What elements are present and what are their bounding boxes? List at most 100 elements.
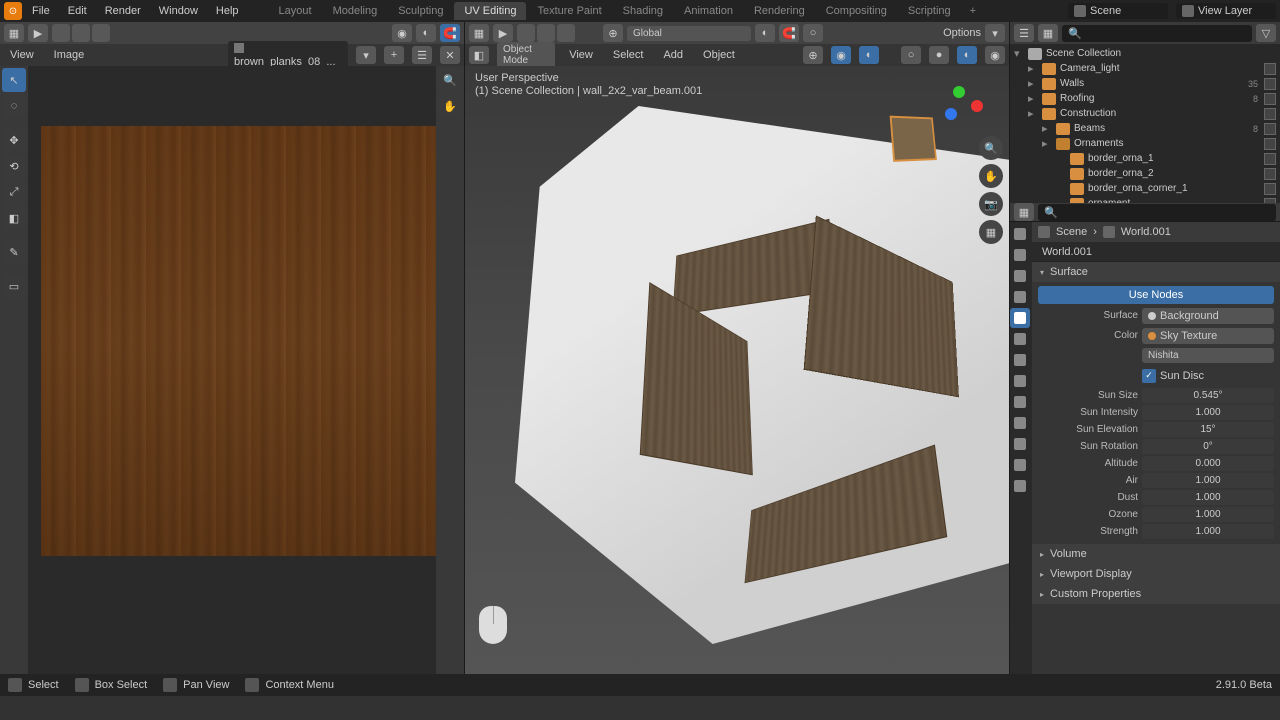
- visibility-checkbox[interactable]: [1264, 168, 1276, 180]
- orientation-dropdown[interactable]: ⊕: [603, 24, 623, 42]
- workspace-tab[interactable]: Sculpting: [388, 2, 453, 20]
- tree-row[interactable]: ornament: [1010, 196, 1280, 203]
- uv-mode-icon[interactable]: [72, 24, 90, 42]
- unlink-image-button[interactable]: ✕: [440, 46, 460, 64]
- tree-row[interactable]: ▸Construction: [1010, 106, 1280, 121]
- tree-row[interactable]: border_orna_corner_1: [1010, 181, 1280, 196]
- browse-image-button[interactable]: ▾: [356, 46, 376, 64]
- menu-window[interactable]: Window: [151, 2, 206, 20]
- custom-properties-section-header[interactable]: ▸Custom Properties: [1032, 584, 1280, 604]
- zoom-viewport-button[interactable]: 🔍: [979, 136, 1003, 160]
- scene-selector[interactable]: Scene: [1068, 3, 1168, 19]
- visibility-checkbox[interactable]: [1264, 123, 1276, 135]
- rotate-tool[interactable]: ⟲: [2, 154, 26, 178]
- open-image-button[interactable]: ☰: [412, 46, 432, 64]
- gizmo-visibility[interactable]: ⊕: [803, 46, 823, 64]
- visibility-checkbox[interactable]: [1264, 183, 1276, 195]
- orientation-value[interactable]: Global: [627, 26, 751, 41]
- uv-mode-icon[interactable]: [52, 24, 70, 42]
- property-value-input[interactable]: 0.000: [1142, 456, 1274, 471]
- uv-canvas[interactable]: [28, 66, 436, 674]
- annotate-tool[interactable]: ✎: [2, 240, 26, 264]
- mode-icon[interactable]: ◧: [469, 46, 489, 64]
- y-axis-icon[interactable]: [953, 86, 965, 98]
- modifier-tab[interactable]: [1010, 350, 1030, 370]
- workspace-tab[interactable]: Shading: [613, 2, 673, 20]
- snap-toggle[interactable]: 🧲: [779, 24, 799, 42]
- pan-tool[interactable]: ✋: [438, 94, 462, 118]
- navigation-gizmo[interactable]: [939, 80, 989, 130]
- constraints-tab[interactable]: [1010, 413, 1030, 433]
- texture-tab[interactable]: [1010, 476, 1030, 496]
- overlays-toggle[interactable]: ◉: [831, 46, 851, 64]
- x-axis-icon[interactable]: [971, 100, 983, 112]
- visibility-checkbox[interactable]: [1264, 63, 1276, 75]
- outliner-tree[interactable]: ▾ Scene Collection ▸Camera_light▸Walls35…: [1010, 44, 1280, 203]
- object-tab[interactable]: [1010, 329, 1030, 349]
- particles-tab[interactable]: [1010, 371, 1030, 391]
- view-menu[interactable]: View: [563, 46, 599, 64]
- uv-mode-icon[interactable]: [92, 24, 110, 42]
- render-tab[interactable]: [1010, 224, 1030, 244]
- select-menu[interactable]: Select: [607, 46, 650, 64]
- property-value-input[interactable]: 0°: [1142, 439, 1274, 454]
- menu-help[interactable]: Help: [208, 2, 247, 20]
- viewport-3d[interactable]: User Perspective (1) Scene Collection | …: [465, 66, 1009, 674]
- material-tab[interactable]: [1010, 455, 1030, 475]
- shading-rendered[interactable]: ◉: [985, 46, 1005, 64]
- visibility-checkbox[interactable]: [1264, 153, 1276, 165]
- world-datablock-selector[interactable]: World.001: [1032, 242, 1280, 262]
- z-axis-icon[interactable]: [945, 108, 957, 120]
- color-input-dropdown[interactable]: Sky Texture: [1142, 328, 1274, 344]
- view-layer-tab[interactable]: [1010, 266, 1030, 286]
- tree-row[interactable]: ▸Roofing8: [1010, 91, 1280, 106]
- tree-row[interactable]: ▸Camera_light: [1010, 61, 1280, 76]
- select-mode-icon[interactable]: [517, 24, 535, 42]
- workspace-tab[interactable]: Compositing: [816, 2, 897, 20]
- outliner-display-mode[interactable]: ▦: [1038, 24, 1058, 42]
- zoom-tool[interactable]: 🔍: [438, 68, 462, 92]
- tree-row[interactable]: ▸Ornaments: [1010, 136, 1280, 151]
- data-tab[interactable]: [1010, 434, 1030, 454]
- property-value-input[interactable]: 1.000: [1142, 490, 1274, 505]
- outliner-filter-button[interactable]: ▽: [1256, 24, 1276, 42]
- mode-selector[interactable]: Object Mode: [497, 42, 555, 68]
- use-nodes-button[interactable]: Use Nodes: [1038, 286, 1274, 304]
- workspace-tab[interactable]: Scripting: [898, 2, 961, 20]
- object-menu[interactable]: Object: [697, 46, 741, 64]
- snap-button[interactable]: 🧲: [440, 24, 460, 42]
- property-value-input[interactable]: 0.545°: [1142, 388, 1274, 403]
- property-value-input[interactable]: 1.000: [1142, 473, 1274, 488]
- perspective-toggle-button[interactable]: ▦: [979, 220, 1003, 244]
- workspace-tab[interactable]: UV Editing: [454, 2, 526, 20]
- visibility-checkbox[interactable]: [1264, 93, 1276, 105]
- property-value-input[interactable]: 1.000: [1142, 524, 1274, 539]
- rip-tool[interactable]: ▭: [2, 274, 26, 298]
- xray-toggle[interactable]: ◐: [859, 46, 879, 64]
- select-tool[interactable]: ◌: [2, 94, 26, 118]
- move-tool[interactable]: ✥: [2, 128, 26, 152]
- tree-row[interactable]: ▸Walls35: [1010, 76, 1280, 91]
- property-value-input[interactable]: 15°: [1142, 422, 1274, 437]
- workspace-tab[interactable]: Modeling: [323, 2, 388, 20]
- sync-selection-button[interactable]: ▶: [28, 24, 48, 42]
- tree-row[interactable]: border_orna_1: [1010, 151, 1280, 166]
- workspace-tab[interactable]: Layout: [269, 2, 322, 20]
- camera-view-button[interactable]: 📷: [979, 192, 1003, 216]
- surface-shader-dropdown[interactable]: Background: [1142, 308, 1274, 324]
- view-layer-selector[interactable]: View Layer: [1176, 3, 1276, 19]
- physics-tab[interactable]: [1010, 392, 1030, 412]
- shading-wireframe[interactable]: ○: [901, 46, 921, 64]
- tree-row[interactable]: ▸Beams8: [1010, 121, 1280, 136]
- visibility-checkbox[interactable]: [1264, 138, 1276, 150]
- editor-type-dropdown[interactable]: ▦: [469, 24, 489, 42]
- property-value-input[interactable]: 1.000: [1142, 405, 1274, 420]
- scale-tool[interactable]: ⤢: [2, 180, 26, 204]
- outliner-search-bottom[interactable]: 🔍: [1038, 204, 1276, 221]
- options-dropdown[interactable]: Options: [943, 27, 981, 39]
- tree-root[interactable]: ▾ Scene Collection: [1010, 46, 1280, 61]
- uv-view-menu[interactable]: View: [4, 46, 40, 64]
- shading-solid[interactable]: ●: [929, 46, 949, 64]
- surface-section-header[interactable]: ▾Surface: [1032, 262, 1280, 282]
- outliner-search-input[interactable]: 🔍: [1062, 25, 1252, 42]
